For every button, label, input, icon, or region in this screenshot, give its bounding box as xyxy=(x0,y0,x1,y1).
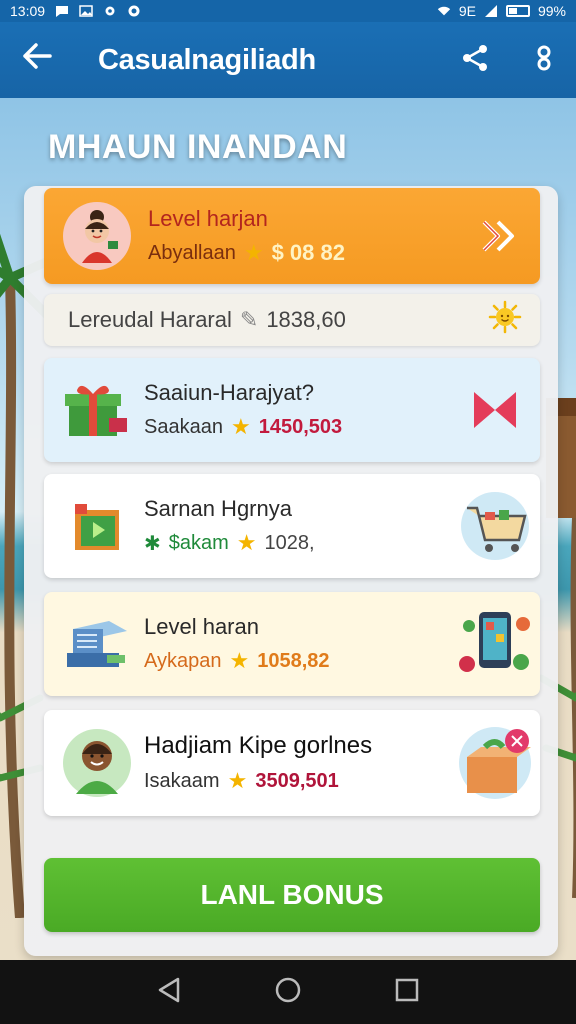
reward-card-3[interactable]: Level haran Aykapan ★ 1058,82 xyxy=(44,592,540,696)
bowtie-icon[interactable] xyxy=(450,390,540,430)
settings-icon xyxy=(105,6,115,16)
signal-icon xyxy=(484,5,497,17)
wifi-icon xyxy=(437,6,450,16)
level-card-amount: $ 08 82 xyxy=(271,240,345,265)
reward-card-1-subtitle: Saakaan xyxy=(144,415,223,438)
nav-recents-button[interactable] xyxy=(394,977,420,1008)
arrow-left-icon xyxy=(23,43,52,69)
home-circle-icon xyxy=(275,977,301,1002)
reward-card-1-title: Saaiun-Harajyat? xyxy=(144,380,314,405)
pencil-icon: ✎ xyxy=(239,307,259,332)
girl-avatar-icon xyxy=(60,199,134,273)
info-row-label: Lereudal Hararal xyxy=(68,307,232,332)
battery-icon xyxy=(505,5,530,17)
more-button[interactable] xyxy=(534,43,554,78)
green-box-icon xyxy=(60,489,134,563)
back-button[interactable] xyxy=(22,43,62,77)
level-card-open-button[interactable] xyxy=(460,218,540,254)
reward-card-4-amount: 3509,501 xyxy=(255,769,339,792)
nav-back-button[interactable] xyxy=(156,976,182,1009)
reward-card-2-title: Sarnan Hgrnya xyxy=(144,496,292,521)
app-title: Casualnagiliadh xyxy=(98,43,316,76)
star-icon: ★ xyxy=(229,648,250,673)
status-bar: 13:09 9E 99% xyxy=(0,0,576,22)
recents-square-icon xyxy=(395,978,419,1001)
record-icon xyxy=(128,5,140,17)
reward-card-1[interactable]: Saaiun-Harajyat? Saakaan ★ 1450,503 xyxy=(44,358,540,462)
reward-card-3-amount: 1058,82 xyxy=(257,649,330,672)
star-icon: ★ xyxy=(236,530,257,555)
phone-gifts-icon[interactable] xyxy=(450,604,540,684)
level-card-title: Level harjan xyxy=(148,206,268,231)
sun-icon xyxy=(488,300,522,340)
network-label: 9E xyxy=(458,3,476,19)
reward-card-2-subtitle: $akam xyxy=(168,531,229,554)
reward-card-2-amount: 1028, xyxy=(264,531,315,554)
reward-card-1-amount: 1450,503 xyxy=(258,415,343,438)
share-icon xyxy=(463,44,487,71)
star-icon: ★ xyxy=(243,240,264,265)
back-triangle-icon xyxy=(158,977,180,1002)
info-row: Lereudal Hararal ✎ 1838,60 xyxy=(44,294,540,346)
cash-register-icon xyxy=(60,607,134,681)
reward-card-2[interactable]: Sarnan Hgrnya ✱ $akam ★ 1028, xyxy=(44,474,540,578)
status-time: 13:09 xyxy=(10,3,46,19)
image-icon xyxy=(79,5,93,17)
reward-card-3-subtitle: Aykapan xyxy=(144,649,222,672)
reward-card-4[interactable]: Hadjiam Kipe gorlnes Isakaam ★ 3509,501 xyxy=(44,710,540,816)
bonus-button[interactable]: LANL BONUS xyxy=(44,858,540,932)
gift-parcel-icon[interactable] xyxy=(450,723,540,803)
app-bar: Casualnagiliadh xyxy=(0,22,576,98)
reward-card-3-title: Level haran xyxy=(144,614,259,639)
gift-box-icon xyxy=(60,373,134,447)
more-icon xyxy=(537,45,551,70)
reward-card-4-title: Hadjiam Kipe gorlnes xyxy=(144,732,373,759)
nav-home-button[interactable] xyxy=(274,976,302,1009)
message-icon xyxy=(56,6,69,17)
share-button[interactable] xyxy=(460,43,490,78)
rewards-panel: Level harjan Abyallaan ★ $ 08 82 Lereuda… xyxy=(24,186,558,956)
battery-level: 99% xyxy=(537,3,566,19)
info-row-amount: 1838,60 xyxy=(266,307,346,332)
chevron-double-right-icon xyxy=(482,220,514,252)
boy-avatar-icon xyxy=(60,726,134,800)
star-icon: ★ xyxy=(227,768,248,793)
level-card-subtitle: Abyallaan xyxy=(148,241,236,264)
star-icon: ★ xyxy=(230,414,251,439)
shopping-cart-icon[interactable] xyxy=(450,490,540,562)
system-nav-bar xyxy=(0,960,576,1024)
leaf-icon: ✱ xyxy=(144,532,161,555)
page-heading: MHAUN INANDAN xyxy=(48,128,348,166)
level-card[interactable]: Level harjan Abyallaan ★ $ 08 82 xyxy=(44,188,540,284)
reward-card-4-subtitle: Isakaam xyxy=(144,769,220,792)
